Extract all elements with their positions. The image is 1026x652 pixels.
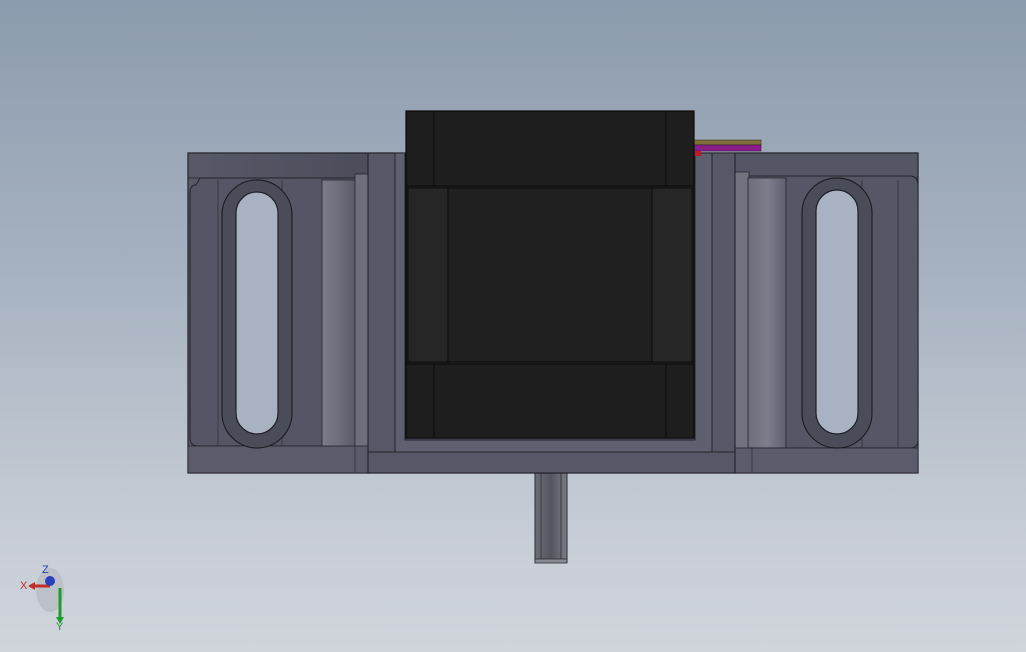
3d-viewport[interactable]: X Y Z	[0, 0, 1026, 652]
bracket-motor-model[interactable]	[0, 0, 1026, 652]
orientation-triad[interactable]: X Y Z	[14, 562, 74, 630]
z-axis-dot	[45, 576, 55, 586]
x-axis-label: X	[20, 580, 28, 592]
motor-shaft	[534, 471, 568, 564]
left-mounting-slot	[221, 179, 293, 449]
y-axis-label: Y	[56, 621, 64, 630]
right-mounting-slot	[801, 177, 873, 449]
z-axis-label: Z	[42, 564, 49, 576]
stepper-motor-body	[405, 110, 695, 439]
